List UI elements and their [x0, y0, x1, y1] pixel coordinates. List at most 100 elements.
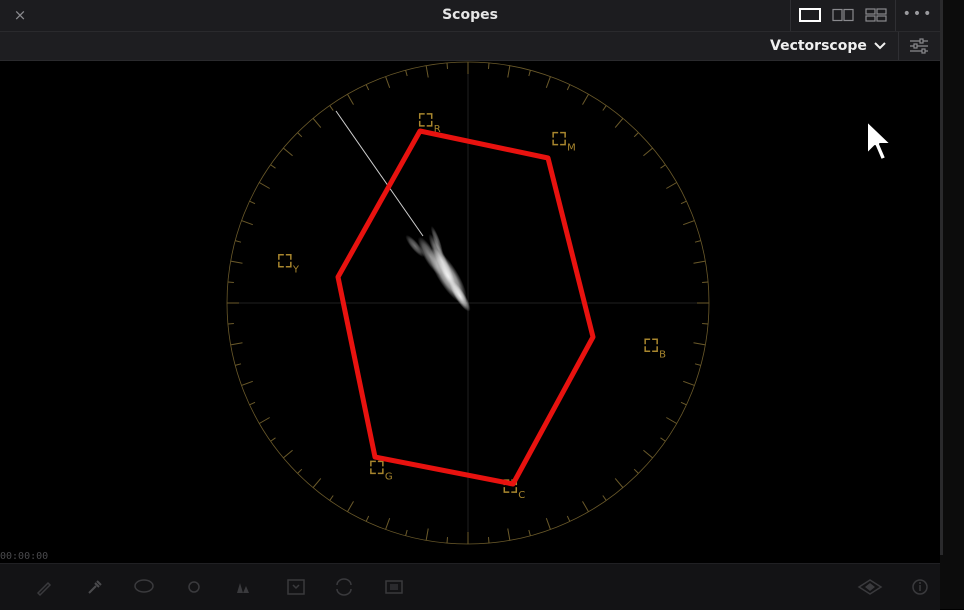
graticule-tick [297, 468, 303, 474]
graticule-tick [694, 363, 701, 366]
graticule-tick [365, 515, 370, 522]
graticule-tick [545, 76, 551, 88]
lasso-tool-button[interactable] [130, 574, 158, 600]
info-button[interactable] [906, 574, 934, 600]
refresh-tool-button[interactable] [330, 574, 358, 600]
target-label: B [659, 349, 666, 360]
target-bracket [370, 460, 384, 475]
graticule-tick [660, 164, 666, 169]
graticule-tick [602, 105, 607, 111]
quad-view-button[interactable] [861, 3, 891, 27]
side-panel-edge [940, 0, 964, 609]
graticule-tick [528, 70, 531, 77]
timecode-readout: 00:00:00 [0, 551, 49, 562]
color-icon [237, 583, 249, 593]
dual-view-button[interactable] [828, 3, 858, 27]
frame-tool-button[interactable] [380, 574, 408, 600]
graticule-tick [425, 65, 429, 78]
graticule-tick [259, 182, 270, 189]
scope-type-label: Vectorscope [770, 38, 867, 54]
close-button[interactable]: × [10, 4, 30, 26]
sliders-icon [910, 38, 928, 54]
graticule-tick [329, 495, 334, 501]
graticule-tick [312, 118, 322, 128]
dual-view-icon [832, 8, 854, 22]
graticule-tick [660, 437, 666, 442]
graticule-tick [230, 342, 243, 346]
single-view-icon [799, 8, 821, 22]
graticule-tick [425, 528, 429, 541]
graticule-tick [694, 240, 701, 243]
circle-tool-button[interactable] [180, 574, 208, 600]
scope-type-dropdown[interactable]: Vectorscope [770, 32, 886, 60]
eyedropper-tool-button[interactable] [80, 574, 108, 600]
target-label: G [385, 471, 393, 482]
graticule-tick [365, 84, 370, 91]
graticule-tick [507, 528, 511, 541]
color-tool-button[interactable] [228, 574, 256, 600]
graticule-tick [347, 94, 354, 105]
graticule-tick [683, 380, 695, 386]
target-label: C [518, 490, 525, 501]
single-view-button[interactable] [795, 3, 825, 27]
target-bracket [552, 131, 566, 146]
graticule-tick [528, 529, 531, 536]
graticule-tick [235, 240, 242, 243]
pen-tool-button[interactable] [30, 574, 58, 600]
frame-icon [385, 580, 403, 594]
graticule-tick [693, 260, 706, 264]
graticule-tick [249, 401, 256, 406]
graticule-tick [312, 478, 322, 488]
graticule-tick [283, 147, 293, 157]
mouse-cursor-icon [866, 120, 892, 161]
graticule-tick [347, 501, 354, 512]
graticule-tick [602, 495, 607, 501]
graticule-tick [283, 449, 293, 459]
graticule-tick [582, 94, 589, 105]
graticule-tick [666, 182, 677, 189]
eyedropper-icon [88, 580, 102, 594]
target-g: G [370, 460, 393, 482]
graticule-tick [297, 132, 303, 138]
layout-toggle-group [790, 0, 896, 31]
graticule-tick [405, 70, 408, 77]
graticule-tick [241, 220, 253, 226]
eye-icon [857, 579, 883, 595]
color-targets: RMBCGY [278, 113, 666, 501]
graticule-tick [270, 437, 276, 442]
save-icon [287, 579, 305, 595]
target-bracket [418, 113, 433, 127]
graticule-tick [566, 84, 571, 91]
graticule-tick [702, 281, 709, 284]
graticule-tick [633, 132, 639, 138]
info-icon [912, 579, 928, 595]
graticule-tick [446, 62, 449, 69]
graticule-tick [693, 342, 706, 346]
graticule-tick [643, 449, 653, 459]
save-tool-button[interactable] [282, 574, 310, 600]
graticule-tick [643, 147, 653, 157]
graticule-tick [683, 220, 695, 226]
graticule-tick [230, 260, 243, 264]
graticule-tick [545, 518, 551, 530]
graticule-tick [680, 200, 687, 205]
target-bracket [278, 253, 292, 268]
graticule-tick [405, 529, 408, 536]
graticule-tick [446, 537, 449, 544]
graticule-tick [385, 518, 391, 530]
graticule-tick [270, 164, 276, 169]
visibility-button[interactable] [856, 574, 884, 600]
target-y: Y [278, 253, 300, 276]
graticule-tick [241, 380, 253, 386]
scopes-window: × Scopes ••• Vectorscope R M B C G Y 00:… [0, 0, 940, 610]
scope-settings-button[interactable] [898, 32, 939, 60]
circle-icon [188, 581, 200, 593]
vectorscope-display: RMBCGY [0, 61, 940, 555]
graticule-tick [235, 363, 242, 366]
more-options-button[interactable]: ••• [902, 3, 934, 27]
target-b: B [644, 338, 666, 360]
graticule-tick [385, 76, 391, 88]
vectorscope-graph: RMBCGY [226, 61, 710, 545]
signal-trace [335, 110, 471, 312]
graticule-tick [329, 105, 334, 111]
